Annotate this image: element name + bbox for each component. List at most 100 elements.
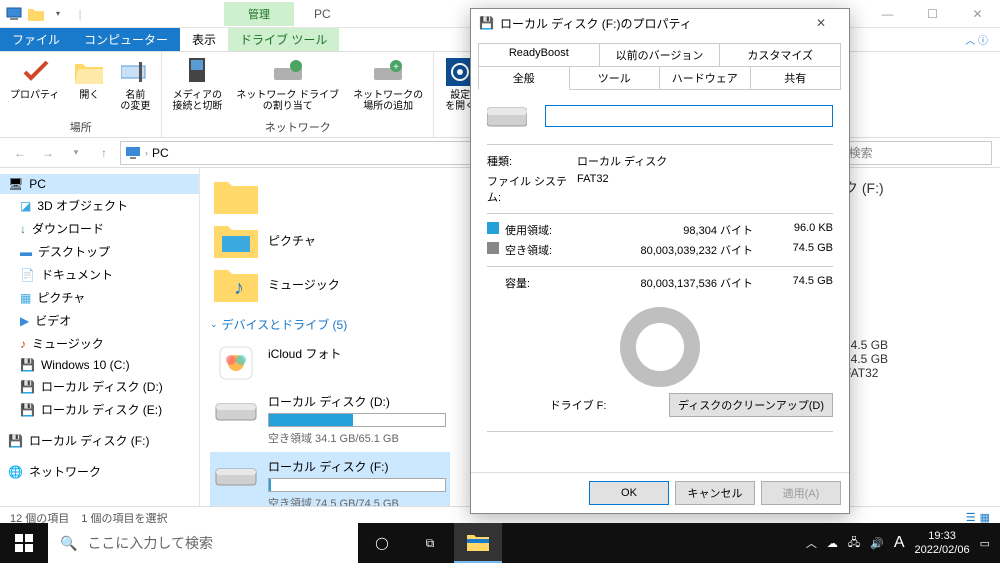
breadcrumb-pc[interactable]: PC [152, 146, 169, 160]
tab-previous-versions[interactable]: 以前のバージョン [599, 43, 721, 67]
tab-sharing[interactable]: 共有 [750, 66, 842, 90]
used-human: 96.0 KB [773, 222, 833, 238]
sidebar-item-label: PC [29, 177, 46, 191]
maximize-button[interactable]: ☐ [910, 0, 955, 28]
explorer-task-icon[interactable] [454, 523, 502, 563]
ok-button[interactable]: OK [589, 481, 669, 505]
sidebar-item-pc[interactable]: 🖥 PC [0, 174, 199, 194]
drive-large-icon [487, 102, 527, 130]
tab-hardware[interactable]: ハードウェア [659, 66, 751, 90]
filesystem-label: ファイル システム: [487, 173, 577, 205]
tab-drive-tools[interactable]: ドライブ ツール [228, 28, 339, 51]
tab-file[interactable]: ファイル [0, 28, 72, 51]
pc-icon [125, 146, 141, 160]
rename-label: 名前 の変更 [120, 90, 150, 112]
properties-label: プロパティ [10, 90, 59, 101]
drive-name-input[interactable] [545, 105, 833, 127]
sidebar-item-documents[interactable]: 📄 ドキュメント [0, 263, 199, 286]
free-label: 空き領域: [505, 242, 577, 258]
dialog-close-button[interactable]: ✕ [801, 16, 841, 30]
dropdown-icon[interactable]: ▾ [48, 4, 68, 24]
drive-icon: 💾 [8, 434, 23, 448]
tab-general[interactable]: 全般 [478, 66, 570, 90]
disk-cleanup-button[interactable]: ディスクのクリーンアップ(D) [669, 393, 833, 417]
downloads-icon: ↓ [20, 222, 26, 236]
sidebar-item-disk-e[interactable]: 💾ローカル ディスク (E:) [0, 398, 199, 421]
sidebar-item-disk-f[interactable]: 💾ローカル ディスク (F:) [0, 429, 199, 452]
rename-button[interactable]: 名前 の変更 [115, 54, 155, 115]
documents-icon: 📄 [20, 268, 35, 282]
divider: | [70, 4, 90, 24]
drive-free-label: 空き領域 74.5 GB/74.5 GB [268, 495, 446, 506]
volume-icon[interactable]: 🔊 [870, 537, 884, 550]
back-button[interactable]: ← [8, 141, 32, 165]
sidebar-item-disk-d[interactable]: 💾ローカル ディスク (D:) [0, 375, 199, 398]
rename-icon [119, 56, 151, 88]
sidebar-item-windows-c[interactable]: 💾Windows 10 (C:) [0, 355, 199, 375]
cancel-button[interactable]: キャンセル [675, 481, 755, 505]
sidebar-item-label: ミュージック [32, 335, 104, 352]
close-button[interactable]: ✕ [955, 0, 1000, 28]
task-view-icon[interactable]: ⧉ [406, 523, 454, 563]
cortana-icon[interactable]: ◯ [358, 523, 406, 563]
pc-icon: 🖥 [8, 177, 23, 191]
up-button[interactable]: ↑ [92, 141, 116, 165]
usage-pie-chart [620, 307, 700, 387]
onedrive-icon[interactable]: ☁ [827, 537, 838, 550]
tray-chevron-up-icon[interactable]: ︿ [806, 535, 817, 551]
folder-item-pictures[interactable]: ピクチャ [210, 218, 410, 262]
start-button[interactable] [0, 523, 48, 563]
media-button[interactable]: メディアの 接続と切断 [168, 54, 226, 115]
navigation-pane: 🖥 PC ◪3D オブジェクト ↓ダウンロード ▬デスクトップ 📄 ドキュメント ▦… [0, 168, 200, 506]
sidebar-item-downloads[interactable]: ↓ダウンロード [0, 217, 199, 240]
ime-indicator[interactable]: A [894, 534, 905, 552]
tab-tools[interactable]: ツール [569, 66, 661, 90]
sidebar-item-network[interactable]: 🌐ネットワーク [0, 460, 199, 483]
3d-objects-icon: ◪ [20, 199, 31, 213]
clock[interactable]: 19:33 2022/02/06 [915, 529, 970, 557]
forward-button[interactable]: → [36, 141, 60, 165]
add-network-location-button[interactable]: + ネットワークの 場所の追加 [349, 54, 427, 115]
properties-button[interactable]: プロパティ [6, 54, 63, 115]
add-network-label: ネットワークの 場所の追加 [353, 90, 423, 112]
sidebar-item-videos[interactable]: ▶ビデオ [0, 309, 199, 332]
tab-readyboost[interactable]: ReadyBoost [478, 43, 600, 67]
action-center-icon[interactable]: ▭ [980, 537, 990, 550]
folder-item-music[interactable]: ♪ ミュージック [210, 262, 410, 306]
free-bytes: 80,003,039,232 バイト [577, 242, 773, 258]
chevron-down-icon: ⌄ [210, 319, 218, 330]
sidebar-item-music[interactable]: ♪ミュージック [0, 332, 199, 355]
sidebar-item-3d-objects[interactable]: ◪3D オブジェクト [0, 194, 199, 217]
history-dropdown[interactable]: ▾ [64, 141, 88, 165]
dialog-tabs: ReadyBoost 以前のバージョン カスタマイズ 全般 ツール ハードウェア… [471, 37, 849, 90]
apply-button[interactable]: 適用(A) [761, 481, 841, 505]
folder-item-unknown[interactable] [210, 174, 410, 218]
system-tray: ︿ ☁ 🖧 🔊 A 19:33 2022/02/06 ▭ [796, 529, 1000, 557]
sidebar-item-desktop[interactable]: ▬デスクトップ [0, 240, 199, 263]
drive-icon: 💾 [479, 16, 494, 30]
open-button[interactable]: 開く [69, 54, 109, 115]
sidebar-item-label: ローカル ディスク (D:) [41, 378, 163, 395]
taskbar-search[interactable]: 🔍 ここに入力して検索 [48, 523, 358, 563]
drive-item-f[interactable]: ローカル ディスク (F:) 空き領域 74.5 GB/74.5 GB [210, 452, 450, 506]
map-network-drive-button[interactable]: ネットワーク ドライブ の割り当て [232, 54, 343, 115]
breadcrumb-separator[interactable]: › [145, 148, 148, 158]
collapse-ribbon-icon[interactable]: ︿ ⓘ [953, 28, 1000, 51]
folder-icon[interactable] [26, 4, 46, 24]
drive-usage-bar [268, 413, 446, 427]
tab-computer[interactable]: コンピューター [72, 28, 180, 51]
window-controls: — ☐ ✕ [865, 0, 1000, 28]
free-human: 74.5 GB [773, 242, 833, 258]
minimize-button[interactable]: — [865, 0, 910, 28]
dialog-titlebar[interactable]: 💾 ローカル ディスク (F:)のプロパティ ✕ [471, 9, 849, 37]
tab-customize[interactable]: カスタマイズ [719, 43, 841, 67]
sidebar-item-label: ドキュメント [41, 266, 113, 283]
drive-item-d[interactable]: ローカル ディスク (D:) 空き領域 34.1 GB/65.1 GB [210, 387, 450, 452]
clock-date: 2022/02/06 [915, 543, 970, 557]
sidebar-item-pictures[interactable]: ▦ピクチャ [0, 286, 199, 309]
tab-view[interactable]: 表示 [180, 28, 228, 51]
drive-item-icloud[interactable]: iCloud フォト [210, 339, 450, 387]
network-icon[interactable]: 🖧 [848, 534, 860, 553]
filesystem-value: FAT32 [577, 173, 609, 205]
network-drive-icon [272, 56, 304, 88]
